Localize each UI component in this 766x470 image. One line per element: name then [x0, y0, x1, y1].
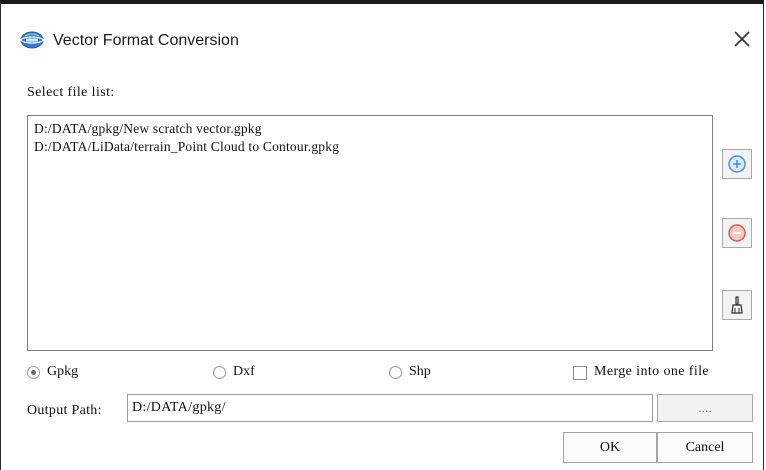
radio-label: Dxf	[233, 364, 255, 379]
vector-format-conversion-dialog: Vector Format Conversion Select file lis…	[0, 0, 764, 470]
cancel-button[interactable]: Cancel	[657, 432, 753, 463]
radio-indicator	[213, 366, 226, 379]
radio-label: Gpkg	[47, 364, 79, 379]
globe-app-icon	[19, 30, 45, 50]
output-path-label: Output Path:	[27, 403, 102, 418]
radio-label: Shp	[409, 364, 431, 379]
close-icon[interactable]	[729, 26, 755, 52]
radio-indicator	[27, 366, 40, 379]
remove-file-button[interactable]	[722, 218, 752, 248]
add-file-button[interactable]	[722, 149, 752, 179]
select-file-list-label: Select file list:	[27, 85, 115, 100]
title-bar: Vector Format Conversion	[1, 4, 763, 56]
radio-indicator	[389, 366, 402, 379]
format-options: Gpkg Dxf Shp Merge into one file	[27, 364, 753, 384]
list-item[interactable]: D:/DATA/LiData/terrain_Point Cloud to Co…	[34, 138, 706, 156]
clear-list-button[interactable]	[722, 290, 752, 320]
output-path-input[interactable]	[127, 394, 653, 422]
window-title: Vector Format Conversion	[53, 32, 239, 49]
file-list-box[interactable]: D:/DATA/gpkg/New scratch vector.gpkg D:/…	[27, 115, 713, 351]
broom-icon	[731, 296, 743, 314]
minus-circle-icon	[728, 224, 746, 242]
plus-circle-icon	[728, 155, 746, 173]
browse-button[interactable]: ....	[657, 394, 753, 422]
merge-checkbox-label: Merge into one file	[594, 364, 710, 379]
ok-button[interactable]: OK	[563, 432, 657, 463]
checkbox-indicator	[573, 366, 587, 380]
list-item[interactable]: D:/DATA/gpkg/New scratch vector.gpkg	[34, 120, 706, 138]
